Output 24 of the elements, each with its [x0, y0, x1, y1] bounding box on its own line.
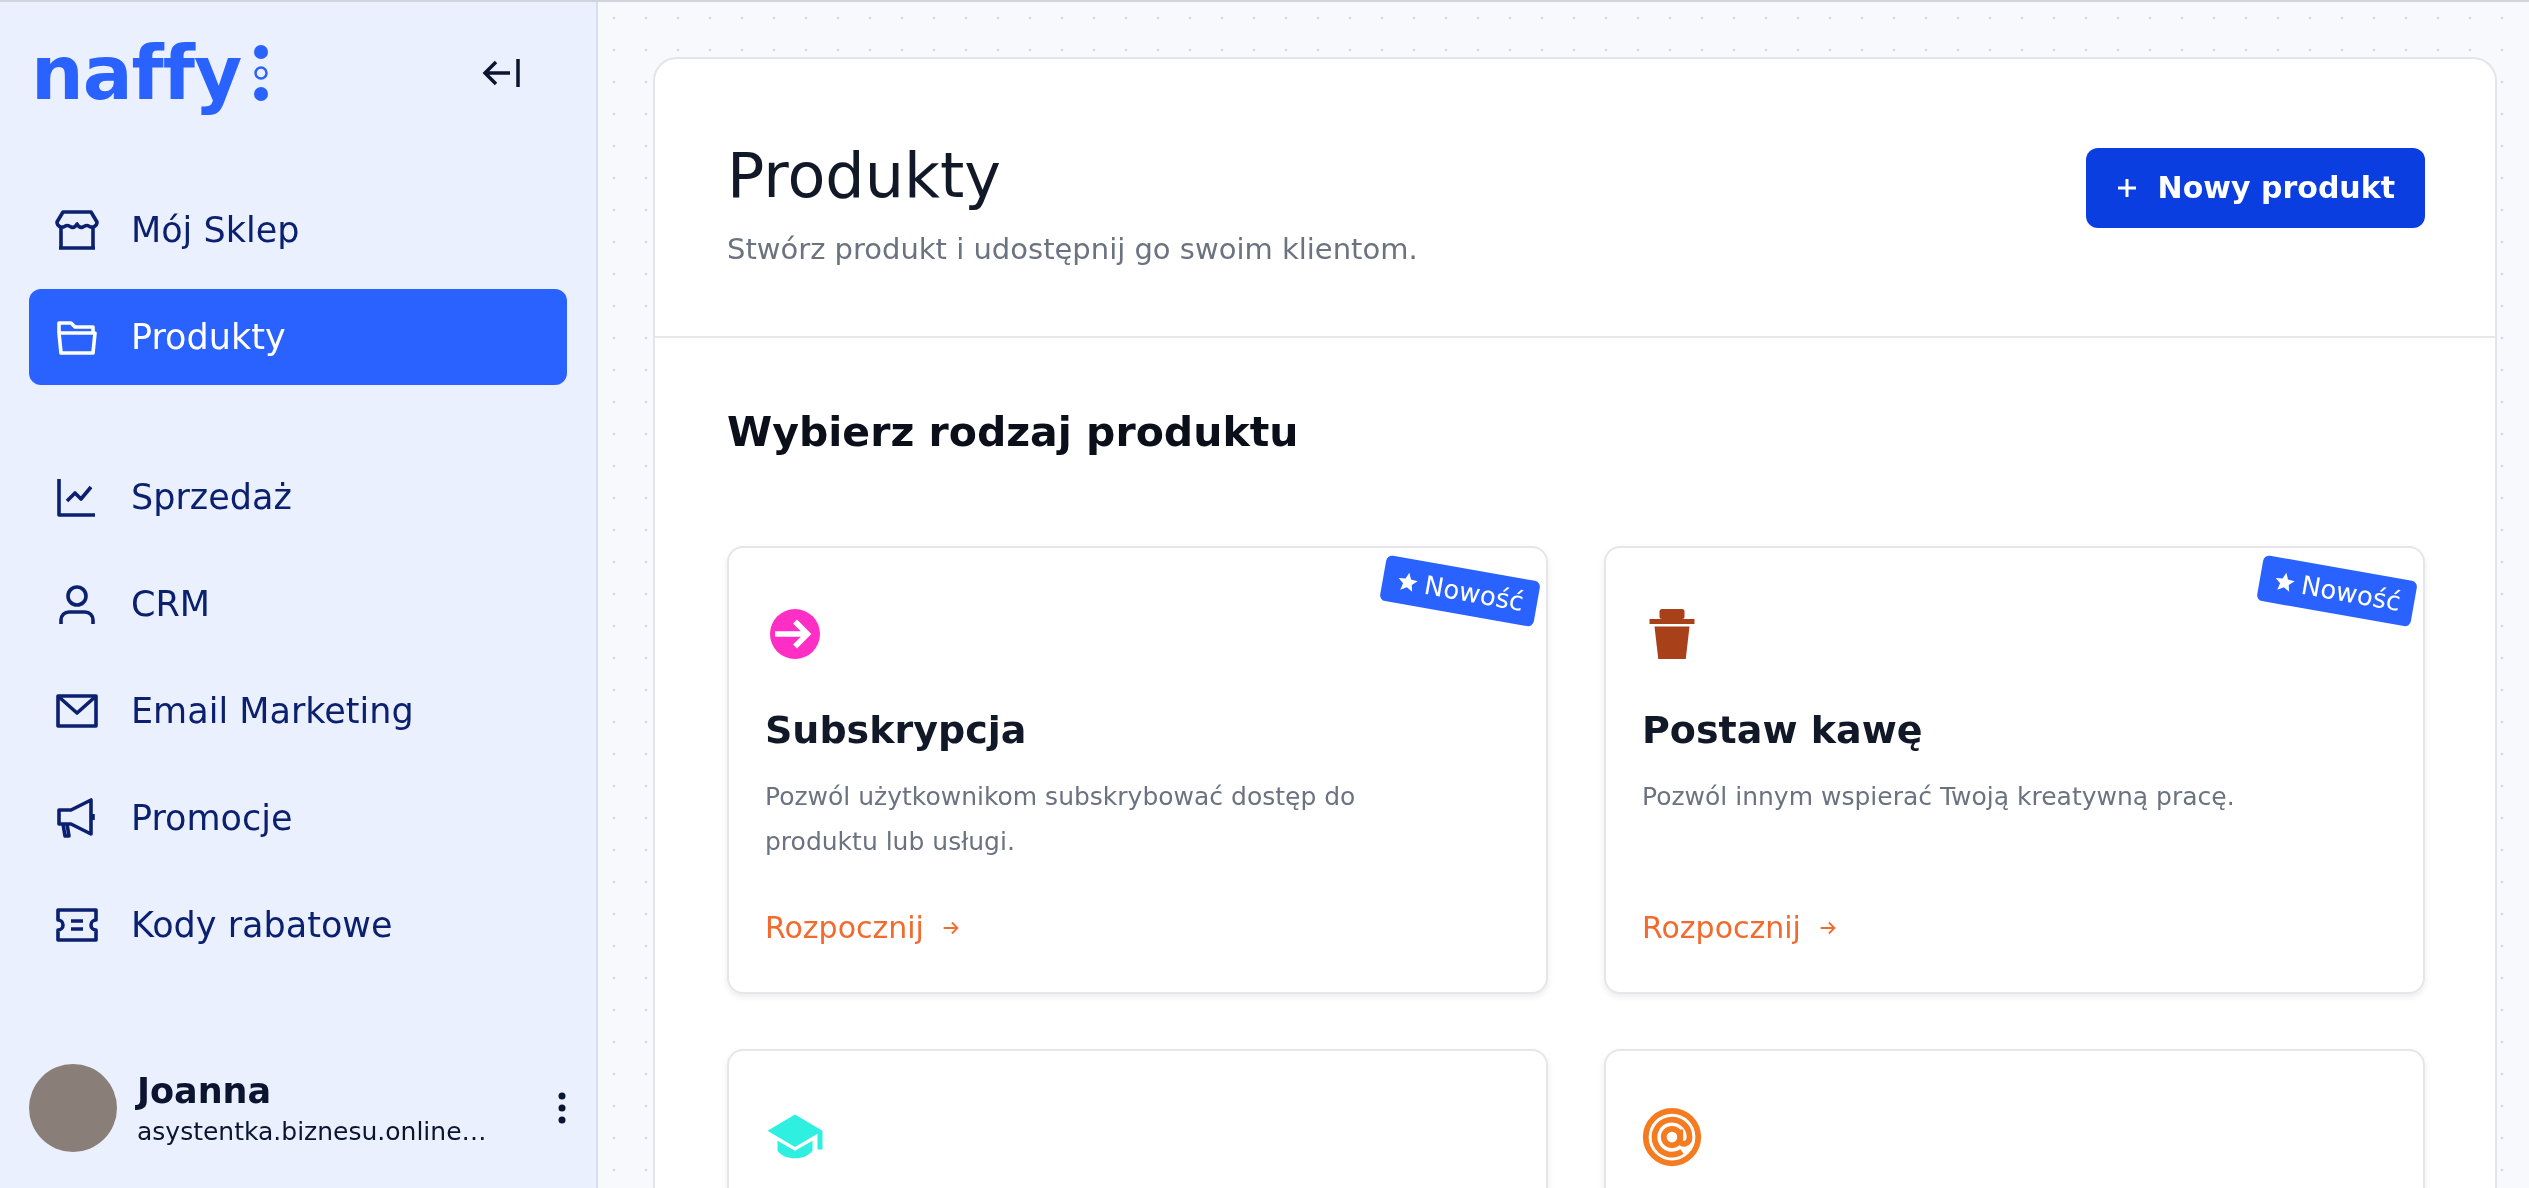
plus-icon [2115, 176, 2138, 199]
user-email: asystentka.biznesu.online… [137, 1116, 488, 1146]
card-title: Subskrypcja [765, 708, 1028, 752]
nav-item[interactable]: Produkty [29, 289, 567, 385]
card-title: Postaw kawę [1642, 708, 1924, 752]
new-product-button[interactable]: Nowy produkt [2085, 147, 2425, 228]
nav-item[interactable]: Mój Sklep [29, 182, 567, 278]
new-badge: Nowość [2255, 554, 2418, 628]
page-subtitle: Stwórz produkt i udostępnij go swoim klientom. [727, 232, 1418, 266]
page-title: Produkty [727, 139, 1002, 212]
nav-item[interactable]: Sprzedaż [29, 449, 567, 545]
nav-item[interactable]: Promocje [29, 770, 567, 866]
new-badge: Nowość [1378, 554, 1541, 628]
user-name: Joanna [137, 1070, 273, 1111]
logo[interactable]: naffy [29, 26, 272, 120]
nav-item[interactable]: Kody rabatowe [29, 877, 567, 973]
nav-item[interactable]: CRM [29, 556, 567, 652]
nav-item[interactable]: Email Marketing [29, 663, 567, 759]
product-type-card[interactable]: Nowość Postaw kawę Pozwól innym wspierać Twoją kreatywną pracę. Rozpocznij [1604, 546, 2425, 994]
more-options-icon[interactable] [557, 1092, 567, 1124]
product-type-card[interactable]: Nowość Subskrypcja Pozwól użytkownikom subskrybować dostęp do produktu lub usługi. Rozpocznij [727, 546, 1548, 994]
card-description: Pozwól innym wspierać Twoją kreatywną pracę. [1642, 781, 2236, 813]
section-title: Wybierz rodzaj produktu [727, 408, 1300, 456]
card-description: Pozwól użytkownikom subskrybować dostęp do produktu lub usługi. [765, 781, 1357, 858]
